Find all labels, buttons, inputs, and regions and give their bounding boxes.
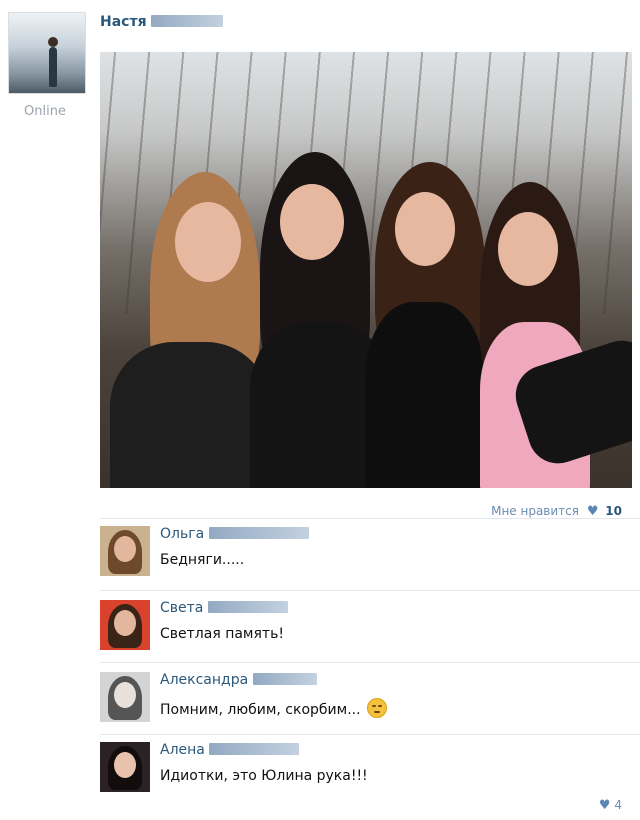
commenter-last-name-redacted (208, 527, 309, 539)
author-first-name[interactable]: Настя (100, 14, 147, 30)
heart-icon: ♥ (598, 798, 611, 813)
commenter-name[interactable]: Александра (160, 672, 317, 688)
comment-item: Ольга Бедняги..... (100, 526, 620, 586)
commenter-name[interactable]: Ольга (160, 526, 309, 542)
author-last-name-redacted (151, 15, 224, 27)
comment-item: Александра Помним, любим, скорбим... (100, 672, 620, 732)
commenter-avatar[interactable] (100, 672, 150, 722)
comment-text: Идиотки, это Юлина рука!!! (160, 768, 368, 784)
comment-divider (100, 662, 640, 663)
comment-item: Света Светлая память! (100, 600, 620, 660)
commenter-first-name[interactable]: Алена (160, 742, 205, 758)
post-author[interactable]: Настя (100, 14, 224, 30)
avatar-figure (48, 37, 58, 87)
comment-like-button[interactable]: ♥ 4 (595, 798, 622, 813)
like-label: Мне нравится (491, 504, 579, 518)
commenter-last-name-redacted (252, 673, 317, 685)
commenter-name[interactable]: Света (160, 600, 288, 616)
like-count: 10 (605, 504, 622, 518)
commenter-last-name-redacted (207, 601, 288, 613)
comment-item: Алена Идиотки, это Юлина рука!!! (100, 742, 620, 802)
comment-divider (100, 734, 640, 735)
comment-text: Светлая память! (160, 626, 284, 642)
commenter-avatar[interactable] (100, 526, 150, 576)
commenter-avatar[interactable] (100, 600, 150, 650)
comment-text: Бедняги..... (160, 552, 245, 568)
comments-divider (100, 518, 640, 519)
post-photo[interactable] (100, 52, 632, 488)
sad-face-icon (366, 698, 387, 718)
commenter-avatar[interactable] (100, 742, 150, 792)
commenter-first-name[interactable]: Александра (160, 672, 248, 688)
commenter-first-name[interactable]: Ольга (160, 526, 204, 542)
comment-text: Помним, любим, скорбим... (160, 698, 387, 718)
profile-avatar[interactable] (8, 12, 86, 94)
commenter-first-name[interactable]: Света (160, 600, 203, 616)
commenter-name[interactable]: Алена (160, 742, 300, 758)
comment-like-count: 4 (614, 798, 622, 812)
photo-person-1 (110, 172, 270, 488)
heart-icon: ♥ (586, 504, 599, 519)
commenter-last-name-redacted (209, 743, 300, 755)
online-status: Online (24, 104, 66, 119)
photo-person-3 (365, 162, 485, 488)
like-button[interactable]: Мне нравится ♥ 10 (491, 504, 622, 519)
comment-divider (100, 590, 640, 591)
comment-text-content: Помним, любим, скорбим... (160, 702, 361, 718)
